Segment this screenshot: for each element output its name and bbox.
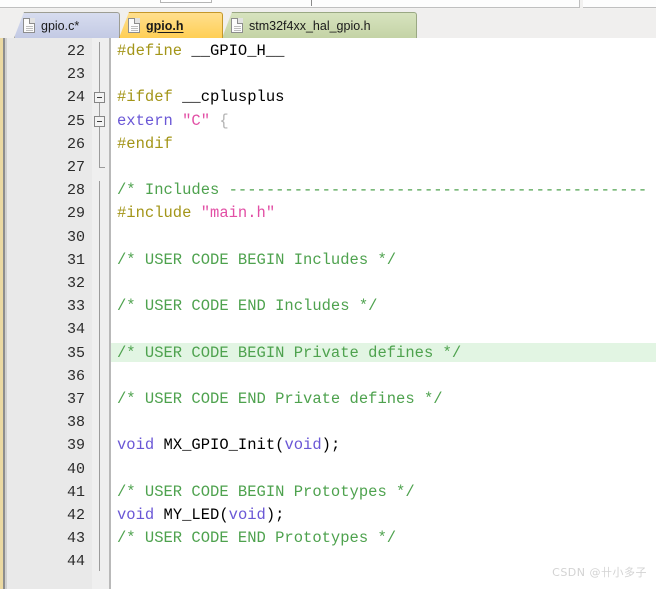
fold-collapse-icon[interactable] — [94, 115, 105, 127]
code-token: MY_LED — [163, 506, 220, 524]
line-number: 33 — [66, 298, 85, 316]
code-token: /* USER CODE BEGIN Private defines */ — [117, 343, 462, 362]
code-token: "main.h" — [200, 204, 276, 223]
code-token: ); — [265, 506, 285, 524]
code-folding-column[interactable] — [92, 38, 109, 589]
editor-tab-bar: gpio.c* gpio.h stm32f4xx_hal_gpio.h — [0, 9, 656, 38]
code-line[interactable]: void MX_GPIO_Init(void); — [117, 436, 340, 455]
toolbar-right-section — [583, 0, 656, 8]
line-number-gutter: 22 23 24 25 26 27 28 29 30 31 32 33 34 35 36 37 38 39 40 41… — [7, 38, 92, 589]
code-editor[interactable]: 22 23 24 25 26 27 28 29 30 31 32 33 34 35 36 37 38 39 40 41… — [0, 38, 656, 589]
code-text-area[interactable]: #define __GPIO_H__ #ifdef __cplusplusexte… — [111, 38, 656, 589]
code-token: #define — [117, 42, 192, 60]
code-line[interactable]: /* USER CODE BEGIN Prototypes */ — [117, 483, 415, 502]
tab-label: gpio.h — [146, 18, 184, 33]
code-line[interactable]: extern "C" { — [117, 112, 229, 131]
code-token: /* USER CODE BEGIN Includes */ — [117, 250, 397, 269]
code-token: void — [117, 506, 164, 524]
line-number: 40 — [66, 460, 85, 478]
code-token: extern — [117, 111, 183, 130]
code-line[interactable]: #ifdef __cplusplus — [117, 88, 284, 107]
line-number: 42 — [66, 507, 85, 524]
line-number: 30 — [66, 228, 85, 246]
code-token: "C" — [182, 111, 211, 130]
fold-guide-line — [99, 103, 100, 116]
code-token: /* USER CODE END Prototypes */ — [117, 529, 397, 548]
code-token: __GPIO_H__ — [191, 42, 285, 60]
code-token: void — [117, 436, 164, 455]
line-number: 26 — [66, 135, 85, 153]
toolbar-combo-box[interactable] — [160, 0, 212, 3]
code-line[interactable]: /* USER CODE END Prototypes */ — [117, 529, 396, 548]
line-number: 44 — [66, 553, 85, 571]
line-number: 22 — [66, 43, 85, 60]
code-token: ); — [321, 436, 341, 455]
line-number: 28 — [66, 182, 85, 200]
code-token: /* USER CODE END Private defines */ — [117, 390, 443, 408]
code-token: #include — [117, 204, 201, 223]
tab-gpio-c[interactable]: gpio.c* — [14, 12, 120, 38]
line-number: 43 — [66, 530, 85, 548]
toolbar-panel — [0, 0, 580, 8]
line-number: 25 — [66, 112, 85, 130]
line-number: 39 — [66, 437, 85, 455]
code-token: /* Includes ----------------------------… — [117, 181, 648, 200]
code-line[interactable]: #endif — [117, 135, 173, 154]
tab-label: gpio.c* — [41, 18, 80, 33]
code-token: /* USER CODE BEGIN Prototypes */ — [117, 482, 415, 501]
line-number: 31 — [66, 251, 85, 269]
file-icon — [23, 18, 35, 33]
fold-guide-line — [99, 42, 100, 93]
fold-guide-line — [99, 126, 100, 168]
line-number: 38 — [66, 414, 85, 432]
toolbar-separator — [311, 0, 312, 6]
line-number: 23 — [66, 66, 85, 84]
code-token: void — [228, 506, 266, 524]
fold-guide-line — [99, 181, 100, 572]
code-token: __cplusplus — [182, 88, 285, 107]
code-line[interactable]: /* USER CODE END Includes */ — [117, 297, 377, 316]
tab-label: stm32f4xx_hal_gpio.h — [249, 18, 371, 33]
line-number: 29 — [66, 205, 85, 223]
code-token: void — [284, 436, 322, 455]
code-line[interactable]: #include "main.h" — [117, 204, 275, 223]
code-line[interactable]: #define __GPIO_H__ — [117, 42, 284, 61]
fold-collapse-icon[interactable] — [94, 92, 105, 104]
line-number: 41 — [66, 483, 85, 501]
file-icon — [231, 18, 243, 33]
file-icon — [128, 18, 140, 33]
csdn-watermark: CSDN @卄小多子 — [552, 566, 647, 579]
code-line[interactable]: /* USER CODE END Private defines */ — [117, 390, 443, 409]
line-number: 34 — [66, 321, 85, 339]
code-line[interactable]: /* USER CODE BEGIN Includes */ — [117, 251, 396, 270]
code-token: ( — [219, 506, 229, 524]
code-token: #ifdef — [117, 88, 183, 107]
code-token: #endif — [117, 134, 173, 153]
code-token: /* USER CODE END Includes */ — [117, 297, 378, 316]
tab-gpio-h[interactable]: gpio.h — [119, 12, 223, 38]
code-token: MX_GPIO_Init — [163, 436, 276, 455]
line-number: 24 — [66, 89, 85, 107]
line-number: 36 — [66, 367, 85, 385]
line-number: 32 — [66, 275, 85, 292]
code-line[interactable]: /* USER CODE BEGIN Private defines */ — [117, 344, 461, 363]
code-line[interactable]: void MY_LED(void); — [117, 506, 284, 525]
line-number: 27 — [66, 159, 85, 176]
code-line[interactable]: /* Includes ----------------------------… — [117, 181, 647, 200]
line-number: 37 — [66, 391, 85, 408]
toolbar-strip — [0, 0, 656, 9]
tab-stm32f4xx-hal-gpio-h[interactable]: stm32f4xx_hal_gpio.h — [222, 12, 417, 38]
code-token: { — [210, 111, 229, 130]
line-number: 35 — [66, 344, 85, 362]
